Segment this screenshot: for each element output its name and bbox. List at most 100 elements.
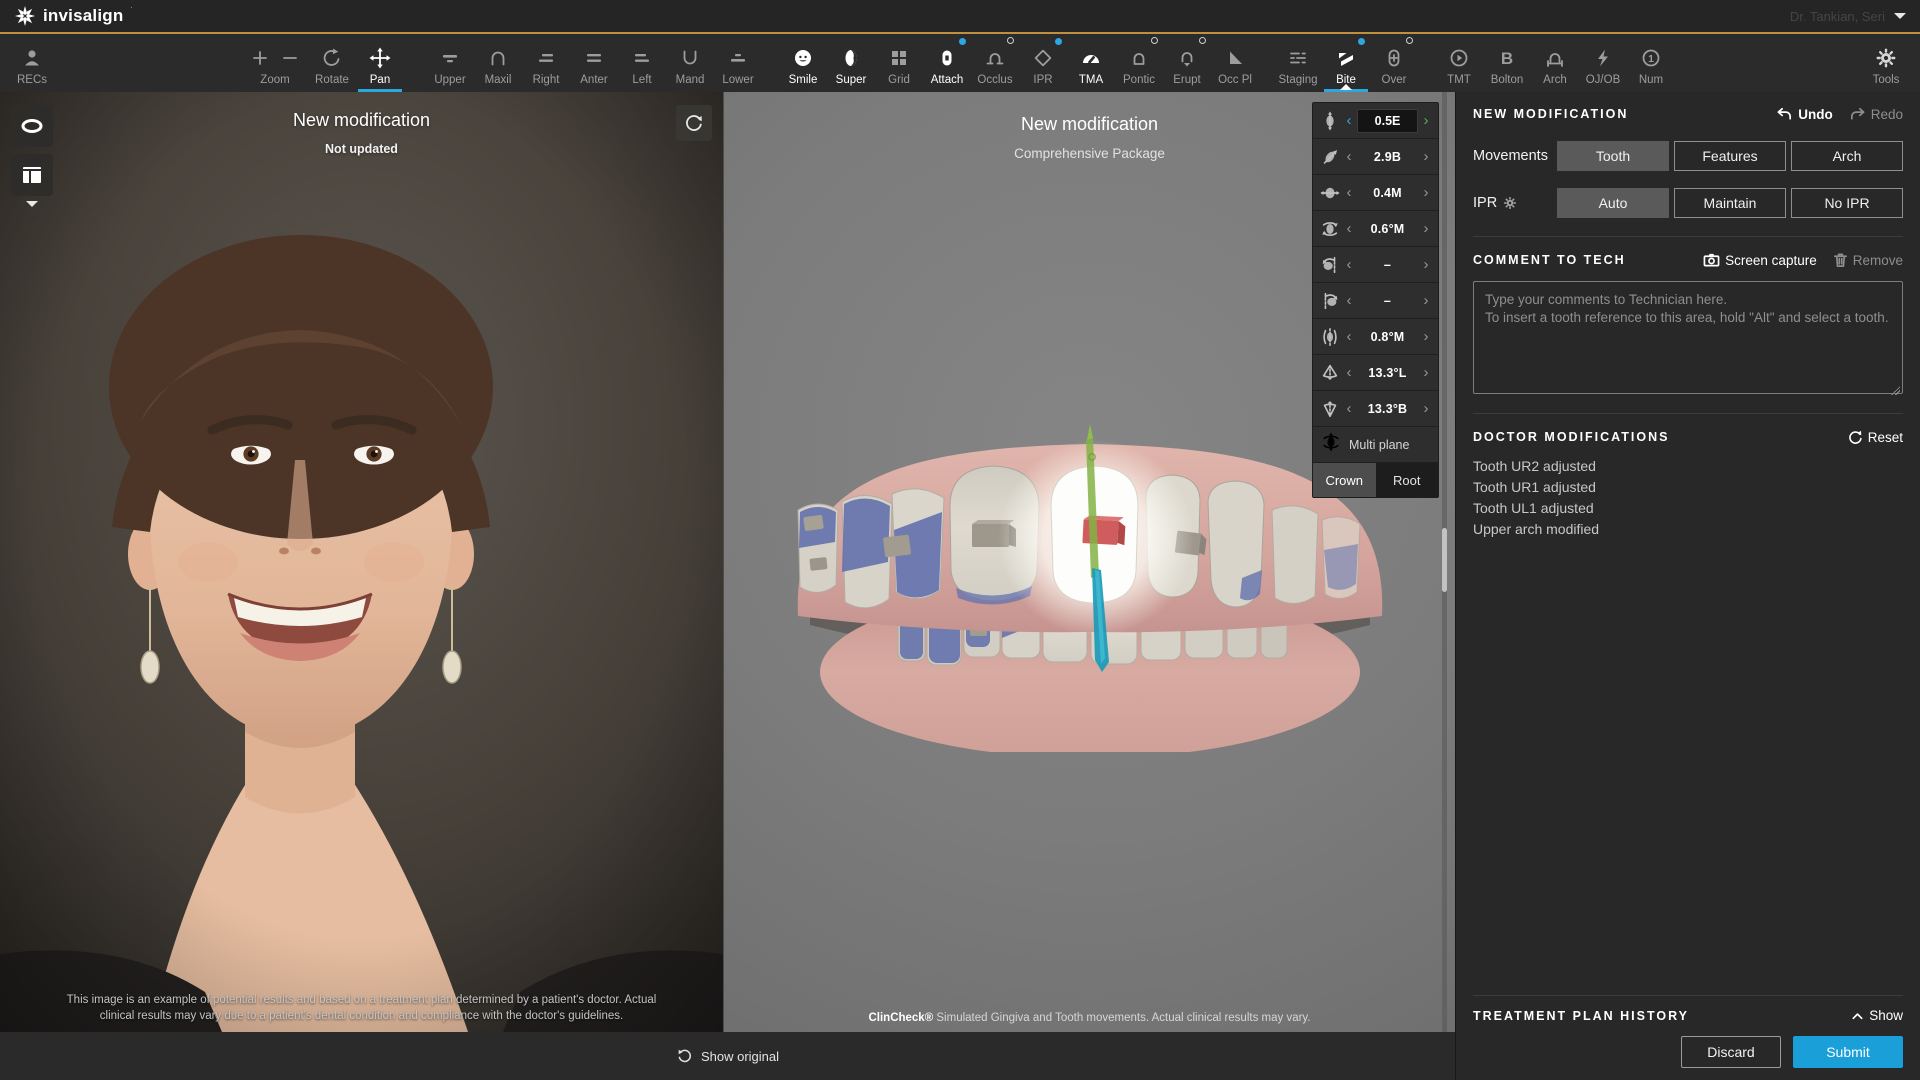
movement-value[interactable]: 13.3°B: [1356, 402, 1419, 416]
movement-value[interactable]: 0.5E: [1357, 109, 1418, 133]
movements-option-arch[interactable]: Arch: [1791, 141, 1903, 171]
decrease-chevron[interactable]: ‹: [1342, 185, 1356, 200]
tool-lower[interactable]: Lower: [714, 34, 762, 92]
increase-chevron[interactable]: ›: [1419, 401, 1433, 416]
tool-tma[interactable]: TMA: [1067, 34, 1115, 92]
increase-chevron[interactable]: ›: [1419, 149, 1433, 164]
layout-selector-button[interactable]: [11, 154, 53, 196]
tool-zoom[interactable]: Zoom: [242, 34, 308, 92]
tool-occ-pl[interactable]: Occ Pl: [1211, 34, 1259, 92]
right-view-icon: [535, 45, 557, 71]
overcorrection-icon: [1383, 45, 1405, 71]
show-history-button[interactable]: Show: [1851, 1008, 1903, 1023]
show-original-button[interactable]: Show original: [701, 1049, 779, 1064]
ipr-option-no-ipr[interactable]: No IPR: [1791, 188, 1903, 218]
increase-chevron[interactable]: ›: [1419, 365, 1433, 380]
caption-text: Simulated Gingiva and Tooth movements. A…: [933, 1012, 1310, 1024]
tool-tmt[interactable]: TMT: [1435, 34, 1483, 92]
tool-over[interactable]: Over: [1370, 34, 1418, 92]
tool-left-view[interactable]: Left: [618, 34, 666, 92]
zoom-out-icon[interactable]: [282, 50, 298, 66]
chevron-up-icon: [1851, 1010, 1864, 1022]
increase-chevron[interactable]: ›: [1419, 221, 1433, 236]
increase-chevron[interactable]: ›: [1419, 293, 1433, 308]
smile-view-toggle-button[interactable]: [11, 105, 53, 147]
tool-maxil[interactable]: Maxil: [474, 34, 522, 92]
tool-anterior-view[interactable]: Anter: [570, 34, 618, 92]
multi-plane-row[interactable]: Multi plane: [1313, 427, 1438, 463]
movements-option-tooth[interactable]: Tooth: [1557, 141, 1669, 171]
tool-occlus[interactable]: Occlus: [971, 34, 1019, 92]
scrollbar-thumb[interactable]: [1442, 528, 1447, 592]
tool-mand[interactable]: Mand: [666, 34, 714, 92]
tab-root[interactable]: Root: [1376, 463, 1439, 497]
tool-bite[interactable]: Bite: [1322, 34, 1370, 92]
crown-root-tabs: Crown Root: [1313, 463, 1438, 497]
tool-ipr[interactable]: IPR: [1019, 34, 1067, 92]
tool-attach[interactable]: Attach: [923, 34, 971, 92]
tool-smile[interactable]: Smile: [779, 34, 827, 92]
scene-scrollbar[interactable]: [1442, 92, 1447, 1032]
photo-refresh-button[interactable]: [676, 105, 712, 141]
invisalign-logo: invisalign ˙: [14, 5, 133, 27]
remove-button[interactable]: Remove: [1833, 252, 1903, 268]
movements-option-features[interactable]: Features: [1674, 141, 1786, 171]
redo-button[interactable]: Redo: [1849, 106, 1903, 122]
ipr-option-maintain[interactable]: Maintain: [1674, 188, 1786, 218]
comment-to-tech-input[interactable]: [1473, 281, 1903, 394]
tool-super[interactable]: Super: [827, 34, 875, 92]
photo-status: Not updated: [0, 142, 723, 156]
tool-pan[interactable]: Pan: [356, 34, 404, 92]
tool-rotate[interactable]: Rotate: [308, 34, 356, 92]
tool-right-view[interactable]: Right: [522, 34, 570, 92]
decrease-chevron[interactable]: ‹: [1342, 401, 1356, 416]
ipr-settings-gear-icon[interactable]: [1503, 196, 1517, 210]
reset-button[interactable]: Reset: [1847, 429, 1903, 445]
increase-chevron[interactable]: ›: [1419, 185, 1433, 200]
decrease-chevron[interactable]: ‹: [1342, 221, 1356, 236]
decrease-chevron[interactable]: ‹: [1342, 329, 1356, 344]
divider: [1473, 413, 1903, 414]
screen-capture-button[interactable]: Screen capture: [1703, 252, 1817, 268]
undo-button[interactable]: Undo: [1776, 106, 1833, 122]
movement-value[interactable]: –: [1356, 294, 1419, 308]
movement-value[interactable]: 0.4M: [1356, 186, 1419, 200]
redo-icon: [1849, 106, 1866, 122]
movement-value[interactable]: –: [1356, 258, 1419, 272]
tab-crown[interactable]: Crown: [1313, 463, 1376, 497]
svg-text:1: 1: [1648, 53, 1654, 65]
decrease-chevron[interactable]: ‹: [1342, 113, 1356, 128]
discard-button[interactable]: Discard: [1681, 1036, 1781, 1068]
tool-ojob[interactable]: OJ/OB: [1579, 34, 1627, 92]
movement-value[interactable]: 0.8°M: [1356, 330, 1419, 344]
movement-value[interactable]: 2.9B: [1356, 150, 1419, 164]
teeth-render: [780, 410, 1400, 752]
tool-num[interactable]: 1 Num: [1627, 34, 1675, 92]
increase-chevron[interactable]: ›: [1419, 329, 1433, 344]
refresh-icon: [684, 113, 704, 133]
movement-row-translation: ‹ 0.4M ›: [1313, 175, 1438, 211]
tool-tools[interactable]: Tools: [1862, 34, 1910, 92]
increase-chevron[interactable]: ›: [1419, 113, 1433, 128]
decrease-chevron[interactable]: ‹: [1342, 257, 1356, 272]
tool-upper[interactable]: Upper: [426, 34, 474, 92]
movement-value[interactable]: 13.3°L: [1356, 366, 1419, 380]
tool-bolton[interactable]: B Bolton: [1483, 34, 1531, 92]
submit-button[interactable]: Submit: [1793, 1036, 1903, 1068]
movement-value[interactable]: 0.6°M: [1356, 222, 1419, 236]
decrease-chevron[interactable]: ‹: [1342, 365, 1356, 380]
increase-chevron[interactable]: ›: [1419, 257, 1433, 272]
user-menu[interactable]: Dr. Tankian, Seri: [1790, 9, 1906, 24]
decrease-chevron[interactable]: ‹: [1342, 149, 1356, 164]
pontic-badge-ring: [1151, 37, 1158, 44]
decrease-chevron[interactable]: ‹: [1342, 293, 1356, 308]
tool-staging[interactable]: Staging: [1274, 34, 1322, 92]
ipr-option-auto[interactable]: Auto: [1557, 188, 1669, 218]
tool-arch[interactable]: Arch: [1531, 34, 1579, 92]
tool-pontic[interactable]: Pontic: [1115, 34, 1163, 92]
teeth-model[interactable]: [780, 410, 1400, 752]
zoom-in-icon[interactable]: [252, 50, 268, 66]
tool-grid[interactable]: Grid: [875, 34, 923, 92]
tool-erupt[interactable]: Erupt: [1163, 34, 1211, 92]
tool-recs[interactable]: RECs: [10, 34, 54, 92]
